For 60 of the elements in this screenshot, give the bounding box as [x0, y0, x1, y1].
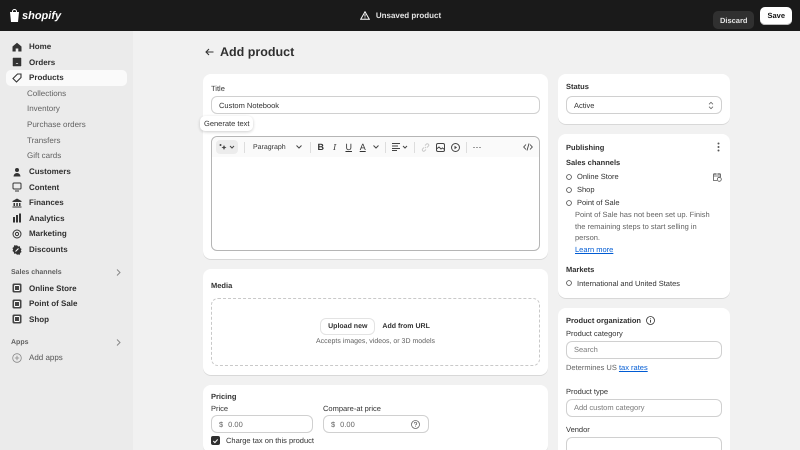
nav-subitem[interactable]: Collections: [6, 86, 127, 102]
nav-item[interactable]: Add apps: [6, 350, 127, 366]
align-icon[interactable]: [392, 143, 408, 151]
more-button[interactable]: ⋯: [472, 142, 481, 152]
page-title: Add product: [220, 45, 294, 59]
chevron-down-icon: [296, 145, 302, 149]
format-button[interactable]: U: [344, 142, 353, 152]
generate-text-button[interactable]: [216, 140, 238, 154]
updown-chevron-icon: [708, 100, 714, 110]
back-arrow-icon[interactable]: [205, 48, 214, 56]
shopping-bag-icon: [9, 9, 20, 22]
nav-item[interactable]: Discounts: [6, 242, 127, 258]
circle-icon: [566, 200, 572, 206]
nav-item[interactable]: Orders: [6, 54, 127, 70]
code-icon[interactable]: [523, 143, 533, 151]
person-icon: [12, 166, 22, 177]
page-status-title: Unsaved product: [376, 11, 442, 20]
play-icon[interactable]: [450, 142, 460, 152]
badge-icon: [12, 244, 22, 255]
nav-item[interactable]: Content: [6, 179, 127, 195]
nav-subitem[interactable]: Transfers: [6, 132, 127, 148]
nav-item[interactable]: Online Store: [6, 280, 127, 296]
nav-item[interactable]: Finances: [6, 194, 127, 211]
nav-item[interactable]: Analytics: [6, 210, 127, 226]
monitor-icon: [12, 182, 22, 192]
nav-item[interactable]: Point of Sale: [6, 296, 127, 312]
more-vertical-icon[interactable]: [717, 142, 720, 152]
format-button[interactable]: A: [358, 142, 367, 152]
nav-subitem[interactable]: Purchase orders: [6, 116, 127, 133]
inbox-icon: [12, 57, 22, 68]
format-button[interactable]: B: [316, 142, 325, 152]
bar-chart-icon: [12, 213, 22, 224]
chevron-right-icon[interactable]: [116, 339, 121, 346]
target-icon: [12, 228, 22, 239]
circle-icon: [566, 186, 572, 192]
checkbox[interactable]: [211, 436, 220, 445]
circle-icon: [566, 174, 572, 180]
chevron-down-icon[interactable]: [372, 145, 379, 149]
image-icon[interactable]: [436, 142, 445, 152]
chevron-right-icon[interactable]: [116, 269, 121, 276]
info-icon[interactable]: [646, 316, 655, 324]
nav-item[interactable]: Home: [6, 39, 127, 55]
nav-subitem[interactable]: Gift cards: [6, 148, 127, 164]
format-button[interactable]: I: [330, 142, 339, 152]
plus-circle-icon: [12, 352, 22, 363]
home-icon: [12, 42, 22, 52]
nav-subitem[interactable]: Inventory: [6, 101, 127, 117]
sparkle-icon: [219, 143, 235, 151]
help-icon[interactable]: [411, 420, 420, 428]
nav-item[interactable]: Customers: [6, 164, 127, 180]
vendor-field[interactable]: [566, 436, 722, 450]
logo-text: shopify: [22, 10, 62, 22]
warning-icon: [360, 11, 370, 20]
bank-icon: [12, 198, 22, 208]
nav-item[interactable]: Shop: [6, 312, 127, 328]
circle-icon: [566, 280, 572, 286]
nav-item[interactable]: Products: [6, 70, 127, 86]
calendar-clock-icon[interactable]: [712, 172, 722, 182]
tag-icon: [12, 72, 22, 83]
nav-item[interactable]: Marketing: [6, 226, 127, 242]
